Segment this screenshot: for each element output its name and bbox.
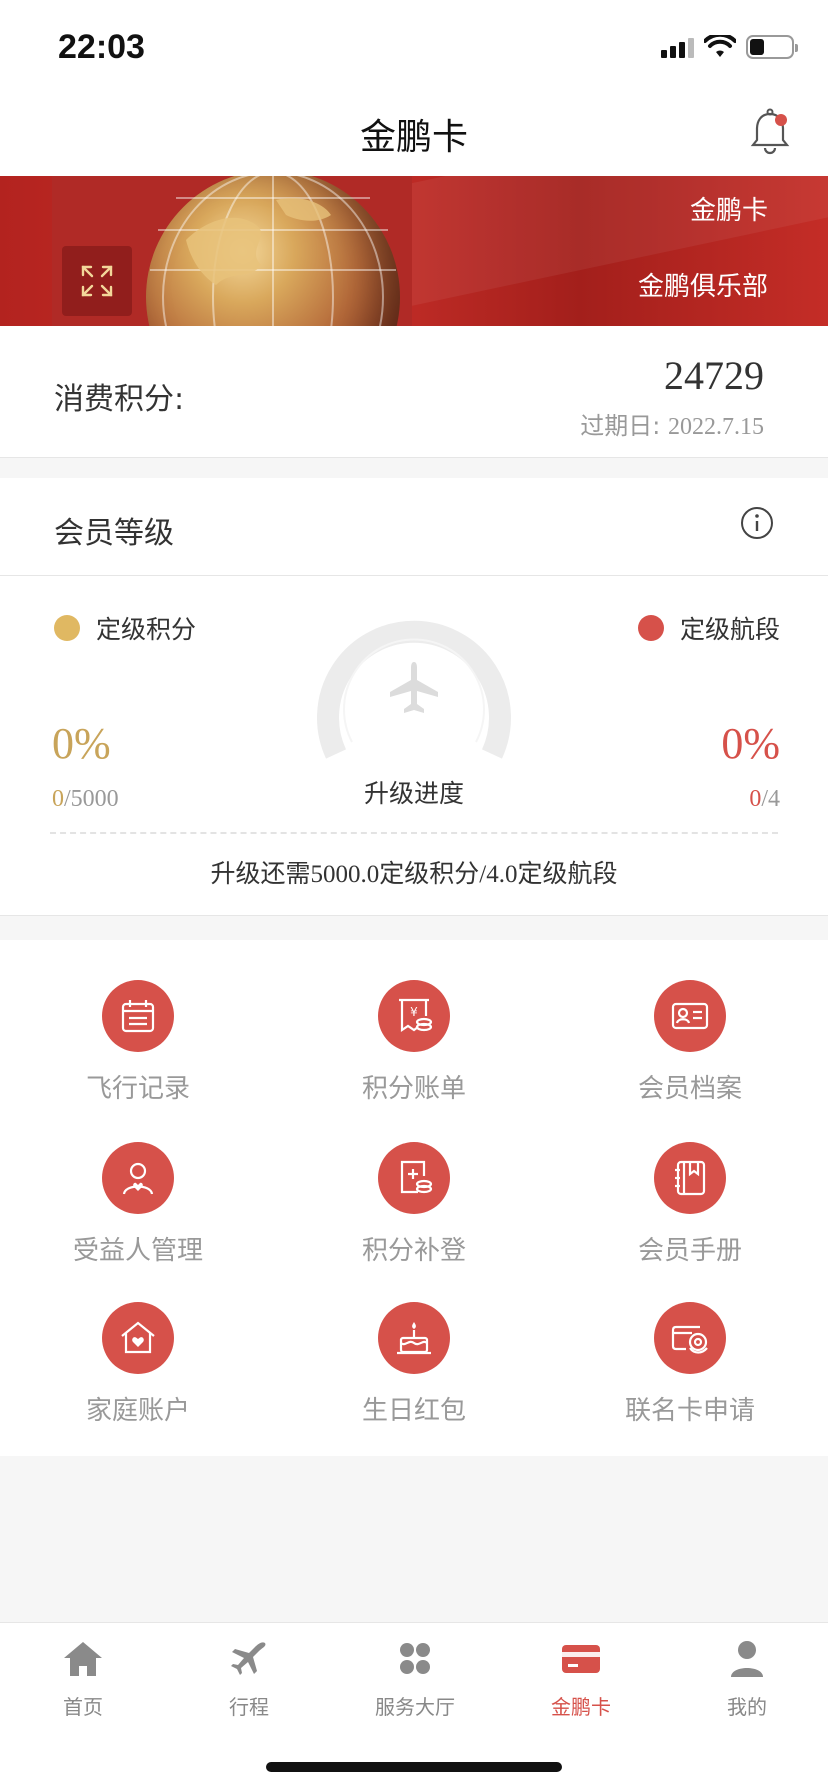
family-home-icon (121, 1321, 155, 1354)
upgrade-progress-label: 升级进度 (363, 779, 464, 808)
birthday-cake-icon (397, 1322, 431, 1355)
service-birthday-packet[interactable]: 生日红包 (276, 1262, 552, 1426)
svg-text:¥: ¥ (410, 1005, 418, 1019)
service-cobrand-card[interactable]: 联名卡申请 (552, 1262, 828, 1426)
service-points-supplement[interactable]: 积分补登 (276, 1102, 552, 1266)
status-bar: 22:03 (0, 0, 828, 90)
tab-services[interactable]: 服务大厅 (332, 1639, 498, 1729)
service-beneficiary[interactable]: 受益人管理 (0, 1102, 276, 1266)
expand-button[interactable] (62, 246, 132, 316)
status-icons (661, 34, 798, 60)
points-bill-icon: ¥ (399, 998, 433, 1033)
globe-image (146, 176, 400, 326)
points-label: 消费积分: (54, 382, 185, 417)
profile-icon (731, 1641, 763, 1677)
points-supplement-icon (400, 1160, 433, 1194)
services-grid-icon (400, 1643, 430, 1674)
card-banner: 金鹏卡 金鹏俱乐部 (0, 176, 828, 326)
expiry-label: 过期日: (580, 412, 661, 440)
tab-profile[interactable]: 我的 (664, 1639, 828, 1729)
service-family-account[interactable]: 家庭账户 (0, 1262, 276, 1426)
tab-home[interactable]: 首页 (0, 1639, 166, 1729)
wifi-icon (704, 35, 736, 57)
member-level-title: 会员等级 (54, 516, 174, 551)
battery-icon (746, 35, 798, 59)
status-time: 22:03 (58, 28, 145, 66)
banner-club-name: 金鹏俱乐部 (637, 272, 768, 302)
tab-card[interactable]: 金鹏卡 (498, 1639, 664, 1729)
id-card-icon (671, 1002, 709, 1030)
plane-icon (231, 1642, 266, 1675)
red-dot-icon (637, 615, 664, 641)
nav-bar: 金鹏卡 (0, 90, 828, 176)
service-points-bill[interactable]: ¥ 积分账单 (276, 940, 552, 1104)
beneficiary-icon (122, 1162, 154, 1195)
bell-icon[interactable] (748, 108, 792, 156)
upgrade-progress-gauge (317, 620, 511, 759)
points-card: 消费积分: 24729 过期日: 2022.7.15 (0, 326, 828, 458)
legend-left-label: 定级积分 (96, 615, 197, 644)
points-expiry: 过期日: 2022.7.15 (580, 406, 764, 441)
calendar-icon (121, 1000, 155, 1033)
upgrade-requirement-text: 升级还需5000.0定级积分/4.0定级航段 (210, 861, 618, 888)
legend-qualifying-points: 定级积分 (54, 610, 196, 646)
points-value: 24729 (664, 353, 764, 398)
handbook-icon (675, 1160, 706, 1196)
member-level-header: 会员等级 (0, 478, 828, 576)
tab-trips[interactable]: 行程 (166, 1639, 332, 1729)
cobrand-card-icon (671, 1325, 708, 1354)
segments-percent: 0% (721, 719, 780, 768)
service-member-profile[interactable]: 会员档案 (552, 940, 828, 1104)
expiry-date: 2022.7.15 (668, 414, 764, 440)
divider (50, 832, 778, 834)
expand-icon (81, 265, 113, 297)
home-indicator (266, 1762, 562, 1772)
info-icon[interactable] (740, 506, 774, 540)
page-title: 金鹏卡 (359, 117, 468, 158)
service-flight-records[interactable]: 飞行记录 (0, 940, 276, 1104)
banner-card-name: 金鹏卡 (689, 196, 768, 226)
cellular-signal-icon (661, 36, 694, 58)
plane-icon (390, 662, 438, 713)
points-percent: 0% (52, 719, 111, 768)
gold-dot-icon (54, 615, 80, 641)
service-member-handbook[interactable]: 会员手册 (552, 1102, 828, 1266)
services-grid: 飞行记录 ¥ 积分账单 会员档案 受益人管理 积分补登 会员手册 家庭账户 生日… (0, 940, 828, 1456)
card-icon (562, 1645, 600, 1673)
home-icon (64, 1642, 102, 1676)
legend-qualifying-segments: 定级航段 (637, 610, 780, 646)
legend-right-label: 定级航段 (679, 615, 780, 644)
member-level-section: 会员等级 定级积分 定级航段 0% 0/5000 0% 0/4 升级进度 升级还… (0, 478, 828, 916)
